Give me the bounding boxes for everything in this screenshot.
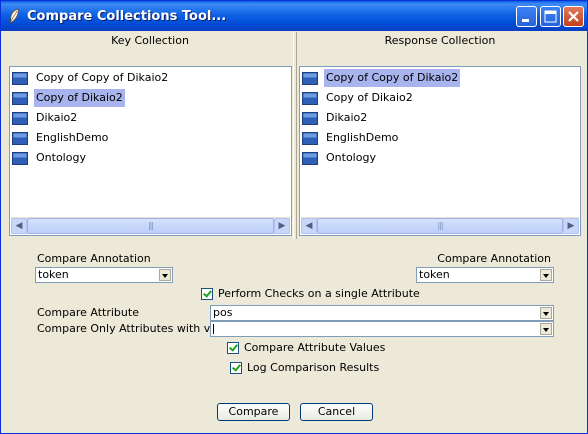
maximize-button[interactable] [540, 6, 561, 27]
list-item-label: Dikaio2 [326, 111, 368, 124]
panel-splitter[interactable] [293, 32, 297, 239]
scroll-left-icon[interactable]: ◀ [301, 218, 317, 234]
list-item-label: EnglishDemo [36, 131, 109, 144]
compare-annotation-left-value: token [38, 268, 69, 281]
compare-annotation-left-select[interactable]: token [35, 267, 173, 283]
chevron-down-icon[interactable] [540, 307, 552, 319]
compare-annotation-right-value: token [419, 268, 450, 281]
window-title: Compare Collections Tool... [27, 9, 227, 24]
list-item-label: Copy of Dikaio2 [326, 91, 413, 104]
list-item-label: Ontology [36, 151, 86, 164]
list-item-label: Copy of Copy of Dikaio2 [324, 69, 461, 87]
maximize-icon [544, 10, 557, 23]
compare-collections-window: Compare Collections Tool... Key Collecti… [0, 0, 588, 434]
folder-icon [302, 152, 318, 165]
folder-icon [12, 72, 28, 85]
compare-attribute-label: Compare Attribute [37, 306, 139, 319]
folder-icon [12, 112, 28, 125]
folder-icon [12, 152, 28, 165]
folder-icon [302, 72, 318, 85]
scroll-right-icon[interactable]: ▶ [274, 218, 290, 234]
compare-only-input[interactable] [210, 321, 554, 337]
scroll-left-icon[interactable]: ◀ [11, 218, 27, 234]
compare-values-checkbox[interactable] [227, 342, 239, 354]
list-item-label: EnglishDemo [326, 131, 399, 144]
cancel-button[interactable]: Cancel [300, 403, 373, 421]
close-button[interactable] [563, 6, 584, 27]
compare-attribute-select[interactable]: pos [210, 305, 554, 321]
folder-icon [12, 92, 28, 105]
list-item-label: Copy of Dikaio2 [34, 89, 125, 107]
list-item-label: Copy of Copy of Dikaio2 [36, 71, 169, 84]
minimize-button[interactable] [516, 6, 537, 27]
close-icon [568, 11, 579, 22]
compare-annotation-left-label: Compare Annotation [37, 252, 151, 265]
chevron-down-icon[interactable] [540, 323, 552, 335]
log-results-checkbox[interactable] [230, 362, 242, 374]
scroll-thumb[interactable]: ||| [27, 218, 274, 234]
title-bar[interactable]: Compare Collections Tool... [1, 1, 587, 31]
folder-icon [302, 132, 318, 145]
key-collection-list[interactable]: Copy of Copy of Dikaio2 Copy of Dikaio2 … [9, 66, 292, 236]
text-caret [213, 324, 214, 334]
chevron-down-icon[interactable] [159, 269, 171, 281]
response-collection-list[interactable]: Copy of Copy of Dikaio2 Copy of Dikaio2 … [299, 66, 581, 236]
perform-checks-label: Perform Checks on a single Attribute [218, 287, 420, 300]
response-horizontal-scrollbar[interactable]: ◀ ||| ▶ [301, 217, 579, 234]
list-item-label: Dikaio2 [36, 111, 78, 124]
scroll-right-icon[interactable]: ▶ [563, 218, 579, 234]
compare-button[interactable]: Compare [217, 403, 290, 421]
list-item-label: Ontology [326, 151, 376, 164]
perform-checks-checkbox[interactable] [201, 288, 213, 300]
compare-attribute-value: pos [213, 306, 233, 319]
folder-icon [12, 132, 28, 145]
scroll-thumb[interactable]: ||| [317, 218, 563, 234]
compare-annotation-right-label: Compare Annotation [437, 252, 551, 265]
compare-values-label: Compare Attribute Values [244, 341, 386, 354]
key-collection-header: Key Collection [111, 34, 189, 47]
folder-icon [302, 92, 318, 105]
feather-icon [9, 8, 19, 24]
log-results-label: Log Comparison Results [247, 361, 380, 374]
minimize-icon [522, 19, 529, 22]
folder-icon [302, 112, 318, 125]
response-collection-header: Response Collection [384, 34, 496, 47]
compare-annotation-right-select[interactable]: token [416, 267, 554, 283]
key-horizontal-scrollbar[interactable]: ◀ ||| ▶ [11, 217, 290, 234]
chevron-down-icon[interactable] [540, 269, 552, 281]
